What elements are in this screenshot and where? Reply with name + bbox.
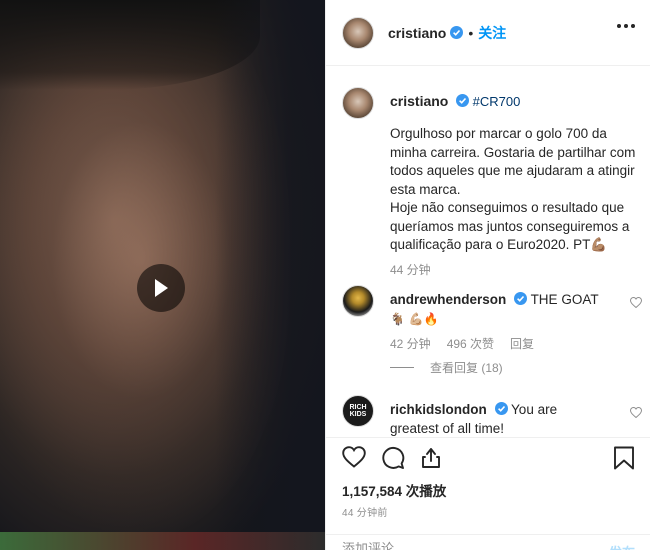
add-comment-bar: 发布 — [326, 534, 650, 550]
bookmark-icon[interactable] — [613, 446, 635, 475]
video-player[interactable] — [0, 0, 325, 550]
comment-username[interactable]: richkidslondon — [390, 402, 487, 417]
heart-icon[interactable] — [629, 295, 643, 313]
avatar[interactable]: RICH KIDS — [342, 395, 374, 427]
video-frame-bottom — [0, 532, 325, 550]
avatar-logo-text: RICH KIDS — [349, 404, 367, 418]
comment-username[interactable]: andrewhenderson — [390, 292, 506, 307]
verified-badge-icon — [514, 292, 528, 305]
comment-likes[interactable]: 496 次赞 — [447, 335, 494, 352]
comment-meta: 42 分钟 496 次赞 回复 — [390, 335, 534, 352]
comment-text: andrewhenderson THE GOAT 🐐 💪🏼🔥 — [390, 290, 608, 329]
verified-badge-icon — [450, 26, 464, 39]
comment-input[interactable] — [342, 541, 582, 550]
play-button[interactable] — [137, 264, 185, 312]
follow-button[interactable]: 关注 — [478, 23, 506, 43]
verified-badge-icon — [455, 94, 469, 107]
post-username[interactable]: cristiano — [388, 25, 446, 41]
hashtag-link[interactable]: #CR700 — [473, 94, 521, 109]
comment-timestamp[interactable]: 42 分钟 — [390, 335, 431, 352]
comment-emojis: 🐐 💪🏼🔥 — [390, 312, 439, 326]
verified-badge-icon — [494, 402, 508, 415]
avatar[interactable] — [342, 285, 374, 317]
comments-list[interactable]: cristiano #CR700 Orgulhoso por marcar o … — [326, 67, 650, 437]
caption-text: Orgulhoso por marcar o golo 700 da minha… — [390, 126, 636, 252]
comment-icon[interactable] — [381, 446, 405, 475]
reply-button[interactable]: 回复 — [510, 335, 534, 352]
divider — [390, 367, 414, 368]
post-details-panel: cristiano • 关注 cristiano #CR700 Orgulhos… — [325, 0, 650, 550]
separator-dot: • — [468, 24, 474, 41]
post-comment-button[interactable]: 发布 — [609, 542, 635, 550]
caption-timestamp[interactable]: 44 分钟 — [390, 261, 431, 278]
comment-body: THE GOAT — [530, 292, 599, 307]
caption-username[interactable]: cristiano — [390, 93, 448, 109]
heart-icon[interactable] — [342, 446, 366, 473]
caption-header: cristiano #CR700 — [390, 93, 520, 109]
more-options-icon[interactable] — [617, 24, 635, 28]
post-timestamp[interactable]: 44 分钟前 — [342, 504, 388, 519]
heart-icon[interactable] — [629, 405, 643, 423]
comment-text: richkidslondon You are greatest of all t… — [390, 400, 608, 437]
action-bar: 1,157,584 次播放 44 分钟前 发布 — [326, 437, 650, 550]
avatar[interactable] — [342, 87, 374, 119]
view-replies-button[interactable]: 查看回复 (18) — [390, 359, 503, 376]
post-header: cristiano • 关注 — [326, 0, 650, 66]
video-frame-background — [215, 0, 325, 550]
share-icon[interactable] — [419, 446, 443, 475]
play-icon — [155, 279, 168, 297]
view-replies-label: 查看回复 (18) — [430, 361, 503, 375]
view-count[interactable]: 1,157,584 次播放 — [342, 480, 446, 500]
avatar[interactable] — [342, 16, 374, 49]
